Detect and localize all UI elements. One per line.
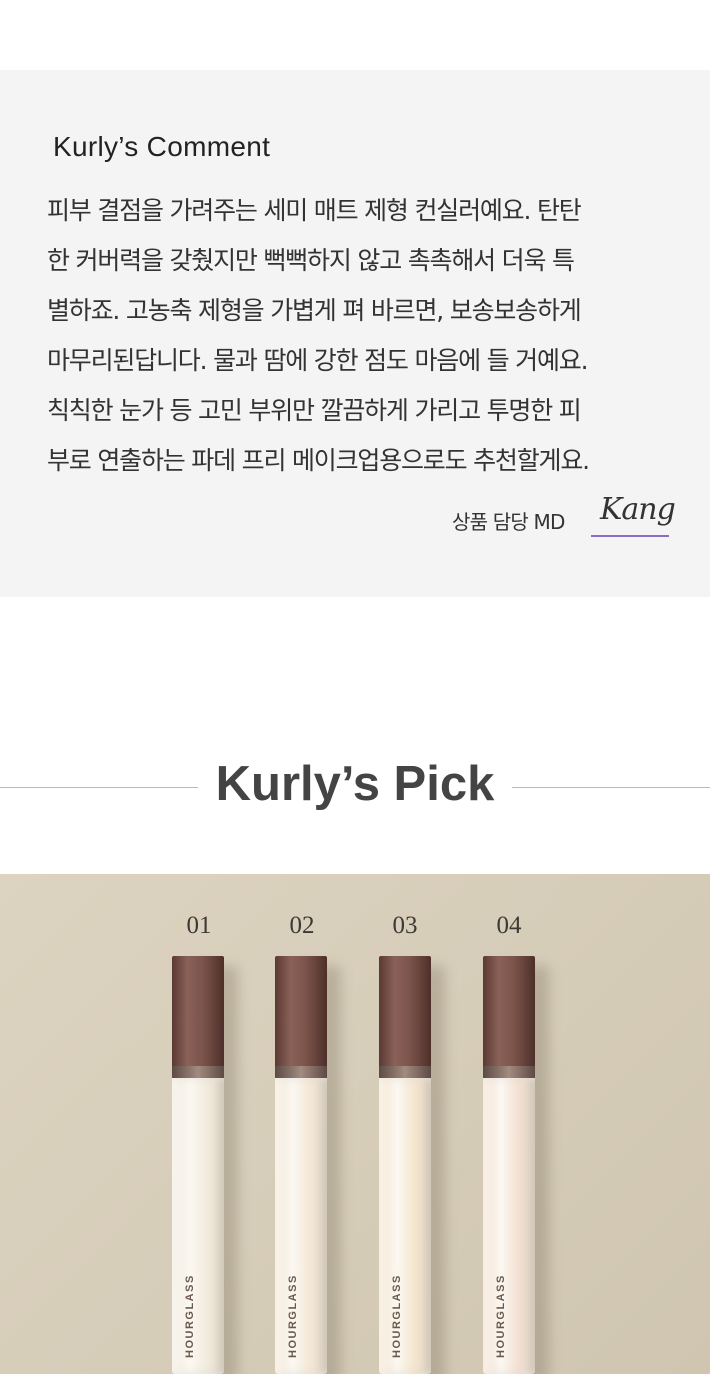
shade-number: 03 [392,912,418,939]
brand-label: HOURGLASS [287,1274,299,1358]
pick-title: Kurly’s Pick [215,757,495,811]
shade-number: 02 [289,912,315,939]
comment-line: 칙칙한 눈가 등 고민 부위만 깔끔하게 가리고 투명한 피 [47,396,582,425]
tube-cap [379,956,431,1066]
shade-number: 04 [496,912,522,939]
md-name-signature: Kang [600,492,676,527]
comment-line: 피부 결점을 가려주는 세미 매트 제형 컨실러예요. 탄탄 [47,196,582,225]
concealer-tube: HOURGLASS [172,956,238,1374]
concealer-tube: HOURGLASS [379,956,445,1374]
product-photo: 01 02 03 04 HOURGLASS HOURGLASS HOURGLAS… [0,874,710,1374]
tube-cap [172,956,224,1066]
brand-label: HOURGLASS [184,1274,196,1358]
comment-line: 부로 연출하는 파데 프리 메이크업용으로도 추천할게요. [47,446,590,475]
divider-left [0,787,198,788]
comment-title: Kurly’s Comment [53,131,271,162]
tube-collar [379,1066,431,1078]
comment-line: 별하죠. 고농축 제형을 가볍게 펴 바르면, 보송보송하게 [47,296,582,325]
concealer-tube: HOURGLASS [483,956,549,1374]
shade-number: 01 [186,912,212,939]
concealer-tube: HOURGLASS [275,956,341,1374]
kurly-pick-heading: Kurly’s Pick [0,750,710,830]
md-signature: 상품 담당 MD Kang [452,492,676,542]
signature-underline [591,535,669,537]
comment-body: 피부 결점을 가려주는 세미 매트 제형 컨실러예요. 탄탄 한 커버력을 갖췄… [47,191,672,491]
md-label: 상품 담당 MD [452,510,565,534]
comment-line: 마무리된답니다. 물과 땀에 강한 점도 마음에 들 거예요. [47,346,589,375]
tube-collar [275,1066,327,1078]
tube-cap [483,956,535,1066]
brand-label: HOURGLASS [495,1274,507,1358]
tube-collar [483,1066,535,1078]
brand-label: HOURGLASS [391,1274,403,1358]
comment-line: 한 커버력을 갖췄지만 뻑뻑하지 않고 촉촉해서 더욱 특 [47,246,575,275]
tube-cap [275,956,327,1066]
divider-right [512,787,710,788]
tube-collar [172,1066,224,1078]
